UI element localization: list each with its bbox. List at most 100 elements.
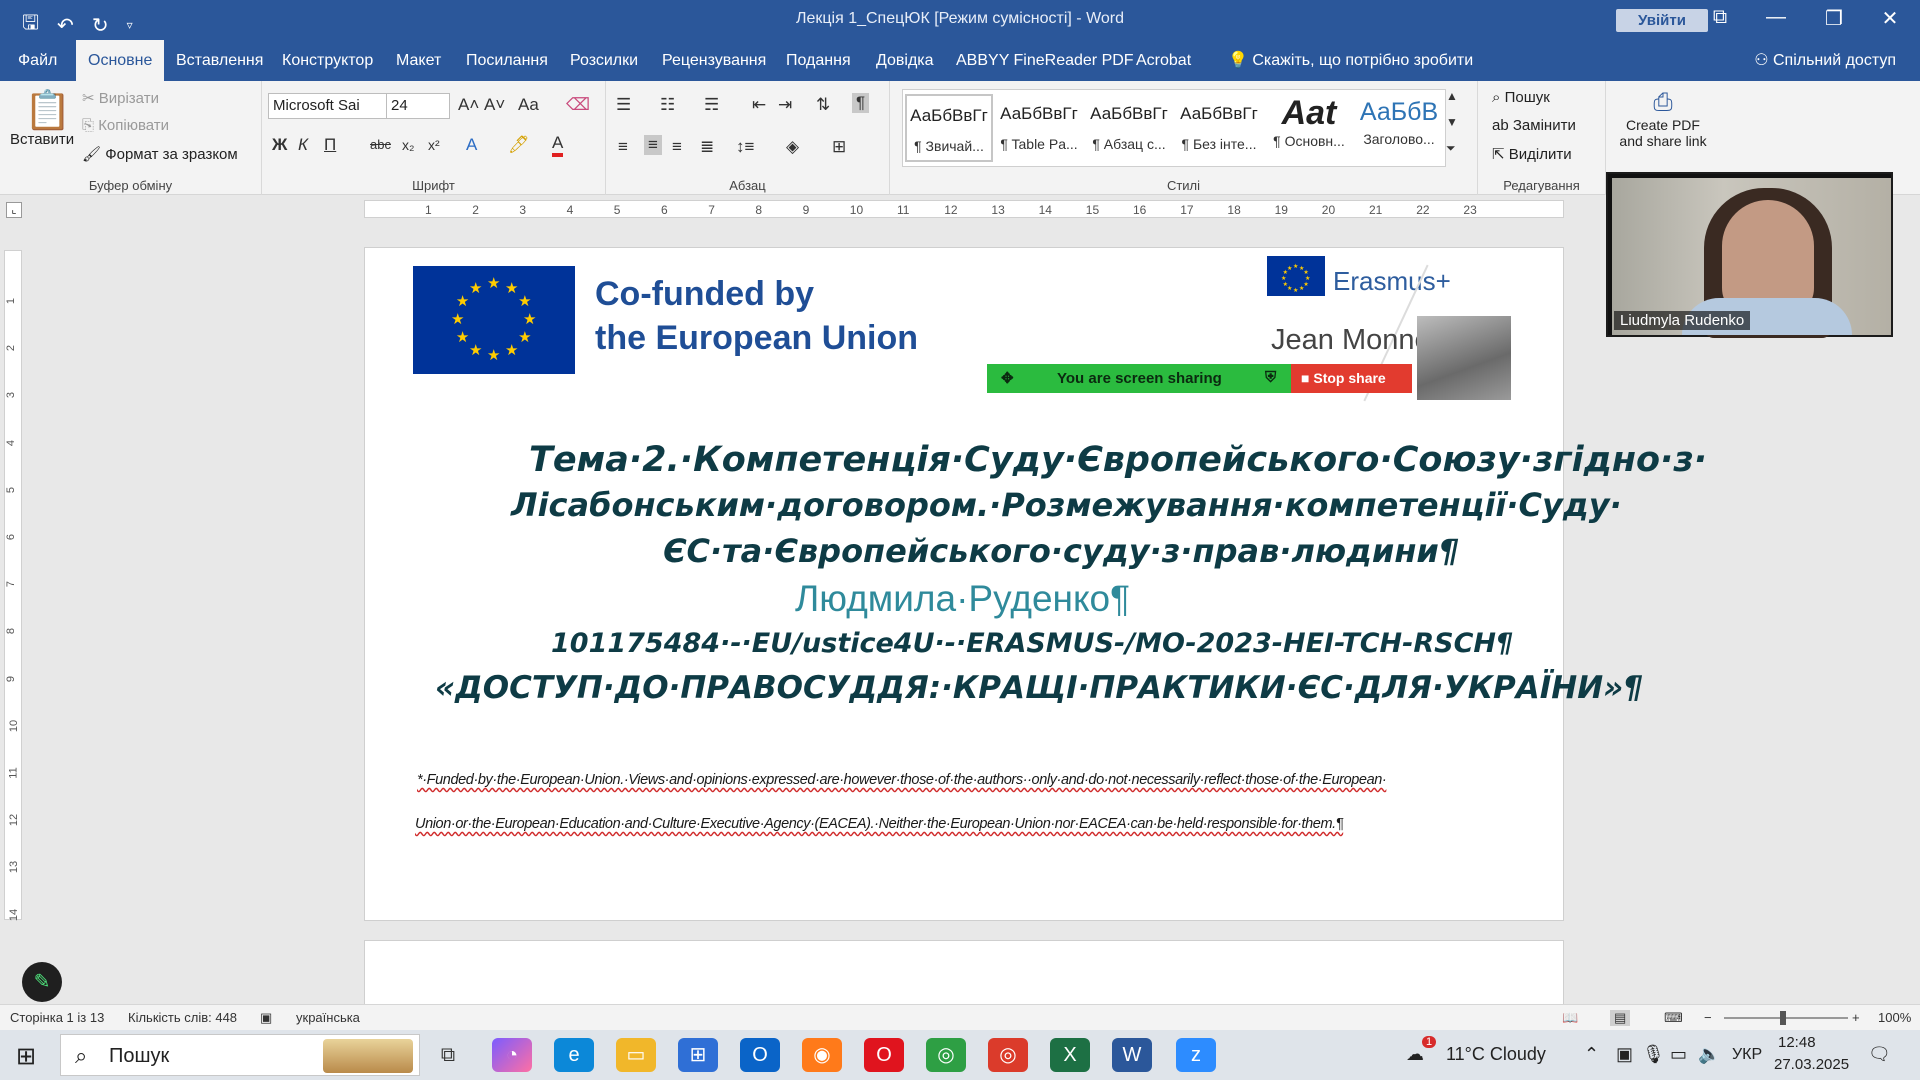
- style-body-text[interactable]: Aat ¶ Основн...: [1265, 94, 1353, 162]
- tab-home[interactable]: Основне: [76, 40, 165, 81]
- italic-icon[interactable]: К: [298, 135, 308, 155]
- style-no-spacing[interactable]: АаБбВвГг ¶ Без інте...: [1175, 94, 1263, 162]
- style-list-paragraph[interactable]: АаБбВвГг ¶ Абзац с...: [1085, 94, 1173, 162]
- chevron-up-icon[interactable]: ⌃: [1584, 1044, 1599, 1065]
- shrink-font-icon[interactable]: A˅: [484, 95, 505, 115]
- clock-date[interactable]: 27.03.2025: [1774, 1056, 1849, 1073]
- styles-more-icon[interactable]: ⏷: [1446, 141, 1456, 156]
- text-effects-icon[interactable]: A: [466, 135, 477, 155]
- decrease-indent-icon[interactable]: ⇤: [752, 95, 766, 115]
- font-size-combo[interactable]: 24: [386, 93, 450, 119]
- close-icon[interactable]: ✕: [1870, 6, 1910, 31]
- grow-font-icon[interactable]: A˄: [458, 95, 479, 115]
- proofing-icon[interactable]: ▣: [260, 1010, 272, 1026]
- replace-button[interactable]: ab Замінити: [1492, 117, 1576, 134]
- multilevel-list-icon[interactable]: ☴: [704, 95, 719, 115]
- find-button[interactable]: ⌕ Пошук: [1492, 89, 1550, 106]
- copilot-icon[interactable]: ◔: [492, 1038, 532, 1072]
- read-mode-icon[interactable]: 📖: [1562, 1010, 1578, 1026]
- style-heading[interactable]: АаБбВ Заголово...: [1355, 94, 1443, 162]
- horizontal-ruler[interactable]: 1 2 3 4 5 6 7 8 9 10 11 12 13 14 15 16 17 18 19 20 21 22 23: [364, 200, 1564, 218]
- align-right-icon[interactable]: ≡: [672, 137, 682, 157]
- video-thumbnail[interactable]: Liudmyla Rudenko: [1606, 172, 1893, 338]
- increase-indent-icon[interactable]: ⇥: [778, 95, 792, 115]
- tab-insert[interactable]: Вставлення: [164, 40, 275, 81]
- task-view-icon[interactable]: ⧉: [428, 1038, 468, 1072]
- file-explorer-icon[interactable]: ▭: [616, 1038, 656, 1072]
- zoom-slider-thumb[interactable]: [1780, 1011, 1786, 1025]
- notifications-icon[interactable]: 🗨: [1868, 1044, 1891, 1065]
- chrome-icon[interactable]: ◎: [926, 1038, 966, 1072]
- numbering-icon[interactable]: ☷: [660, 95, 675, 115]
- style-table-paragraph[interactable]: АаБбВвГг ¶ Table Pa...: [995, 94, 1083, 162]
- taskbar-search[interactable]: ⌕ Пошук: [60, 1034, 420, 1076]
- copy-button[interactable]: ⎘ Копіювати: [82, 117, 169, 134]
- clock-time[interactable]: 12:48: [1778, 1034, 1816, 1051]
- microphone-icon[interactable]: 🎙: [1642, 1044, 1665, 1065]
- pen-icon[interactable]: ✎: [22, 962, 62, 1002]
- bold-icon[interactable]: Ж: [272, 135, 287, 155]
- justify-icon[interactable]: ≣: [700, 137, 714, 157]
- tab-layout[interactable]: Макет: [384, 40, 453, 81]
- weather-icon[interactable]: ☁: [1406, 1044, 1424, 1065]
- firefox-icon[interactable]: ◉: [802, 1038, 842, 1072]
- zoom-in-icon[interactable]: +: [1852, 1010, 1860, 1025]
- zoom-slider[interactable]: [1724, 1017, 1848, 1019]
- format-painter-button[interactable]: 🖌 Формат за зразком: [82, 145, 238, 163]
- stop-share-button[interactable]: ■ Stop share: [1291, 364, 1412, 393]
- zoom-out-icon[interactable]: −: [1704, 1010, 1712, 1025]
- shading-icon[interactable]: ◈: [786, 137, 799, 157]
- share-button[interactable]: ⚇ Спільний доступ: [1754, 40, 1896, 81]
- store-icon[interactable]: ⊞: [678, 1038, 718, 1072]
- tab-view[interactable]: Подання: [774, 40, 863, 81]
- zoom-app-icon[interactable]: z: [1176, 1038, 1216, 1072]
- create-pdf-button[interactable]: ⎙ Create PDF and share link: [1618, 89, 1708, 149]
- weather-text[interactable]: 11°C Cloudy: [1446, 1044, 1546, 1065]
- ribbon-display-icon[interactable]: ⧉: [1700, 6, 1740, 29]
- restore-icon[interactable]: ❐: [1814, 6, 1854, 31]
- change-case-icon[interactable]: Aa: [518, 95, 539, 115]
- tab-file[interactable]: Файл: [6, 40, 69, 81]
- language-indicator[interactable]: українська: [296, 1010, 360, 1025]
- document-page[interactable]: ★ ★ ★ ★ ★ ★ ★ ★ ★ ★ ★ ★ Co-funded by the European U…: [364, 247, 1707, 921]
- sign-in-button[interactable]: Увійти: [1616, 9, 1708, 32]
- highlight-icon[interactable]: 🖊: [508, 135, 530, 155]
- meet-now-icon[interactable]: ▣: [1616, 1044, 1633, 1065]
- tab-acrobat[interactable]: Acrobat: [1124, 40, 1203, 81]
- tab-review[interactable]: Рецензування: [650, 40, 778, 81]
- tab-mailings[interactable]: Розсилки: [558, 40, 650, 81]
- tab-abbyy[interactable]: ABBYY FineReader PDF: [944, 40, 1146, 81]
- sort-icon[interactable]: ⇅: [816, 95, 830, 115]
- tab-help[interactable]: Довідка: [864, 40, 946, 81]
- subscript-icon[interactable]: x₂: [402, 137, 414, 153]
- align-center-icon[interactable]: ≡: [644, 135, 662, 155]
- select-button[interactable]: ⇱ Виділити: [1492, 145, 1572, 163]
- tab-references[interactable]: Посилання: [454, 40, 560, 81]
- clear-formatting-icon[interactable]: ⌫: [566, 95, 590, 115]
- show-marks-icon[interactable]: ¶: [852, 93, 870, 113]
- word-icon[interactable]: W: [1112, 1038, 1152, 1072]
- screen-share-bar[interactable]: ✥ You are screen sharing ⛨ ■ Stop share: [987, 364, 1412, 393]
- zoom-level[interactable]: 100%: [1878, 1010, 1911, 1025]
- styles-scroll-down-icon[interactable]: ▼: [1446, 115, 1458, 129]
- edge-icon[interactable]: e: [554, 1038, 594, 1072]
- web-layout-icon[interactable]: ⌨: [1664, 1010, 1683, 1026]
- bullets-icon[interactable]: ☰: [616, 95, 631, 115]
- tab-design[interactable]: Конструктор: [270, 40, 385, 81]
- vertical-ruler[interactable]: 1 2 3 4 5 6 7 8 9 10 11 12 13 14: [4, 250, 22, 921]
- style-normal[interactable]: АаБбВвГг ¶ Звичай...: [905, 94, 993, 162]
- print-layout-icon[interactable]: ▤: [1610, 1010, 1631, 1026]
- minimize-icon[interactable]: —: [1756, 6, 1796, 29]
- tab-selector-icon[interactable]: ⌞: [6, 202, 22, 218]
- paste-button[interactable]: Вставити: [10, 131, 74, 148]
- chrome-profile-icon[interactable]: ◎: [988, 1038, 1028, 1072]
- battery-icon[interactable]: ▭: [1670, 1044, 1687, 1065]
- document-page-2[interactable]: [364, 940, 1564, 1004]
- tell-me-search[interactable]: 💡 Скажіть, що потрібно зробити: [1216, 40, 1485, 81]
- font-color-icon[interactable]: A: [552, 133, 564, 157]
- drag-handle-icon[interactable]: ✥: [1001, 369, 1014, 387]
- borders-icon[interactable]: ⊞: [832, 137, 846, 157]
- volume-icon[interactable]: 🔈: [1698, 1044, 1720, 1065]
- paste-icon[interactable]: 📋: [24, 89, 71, 133]
- word-count[interactable]: Кількість слів: 448: [128, 1010, 237, 1025]
